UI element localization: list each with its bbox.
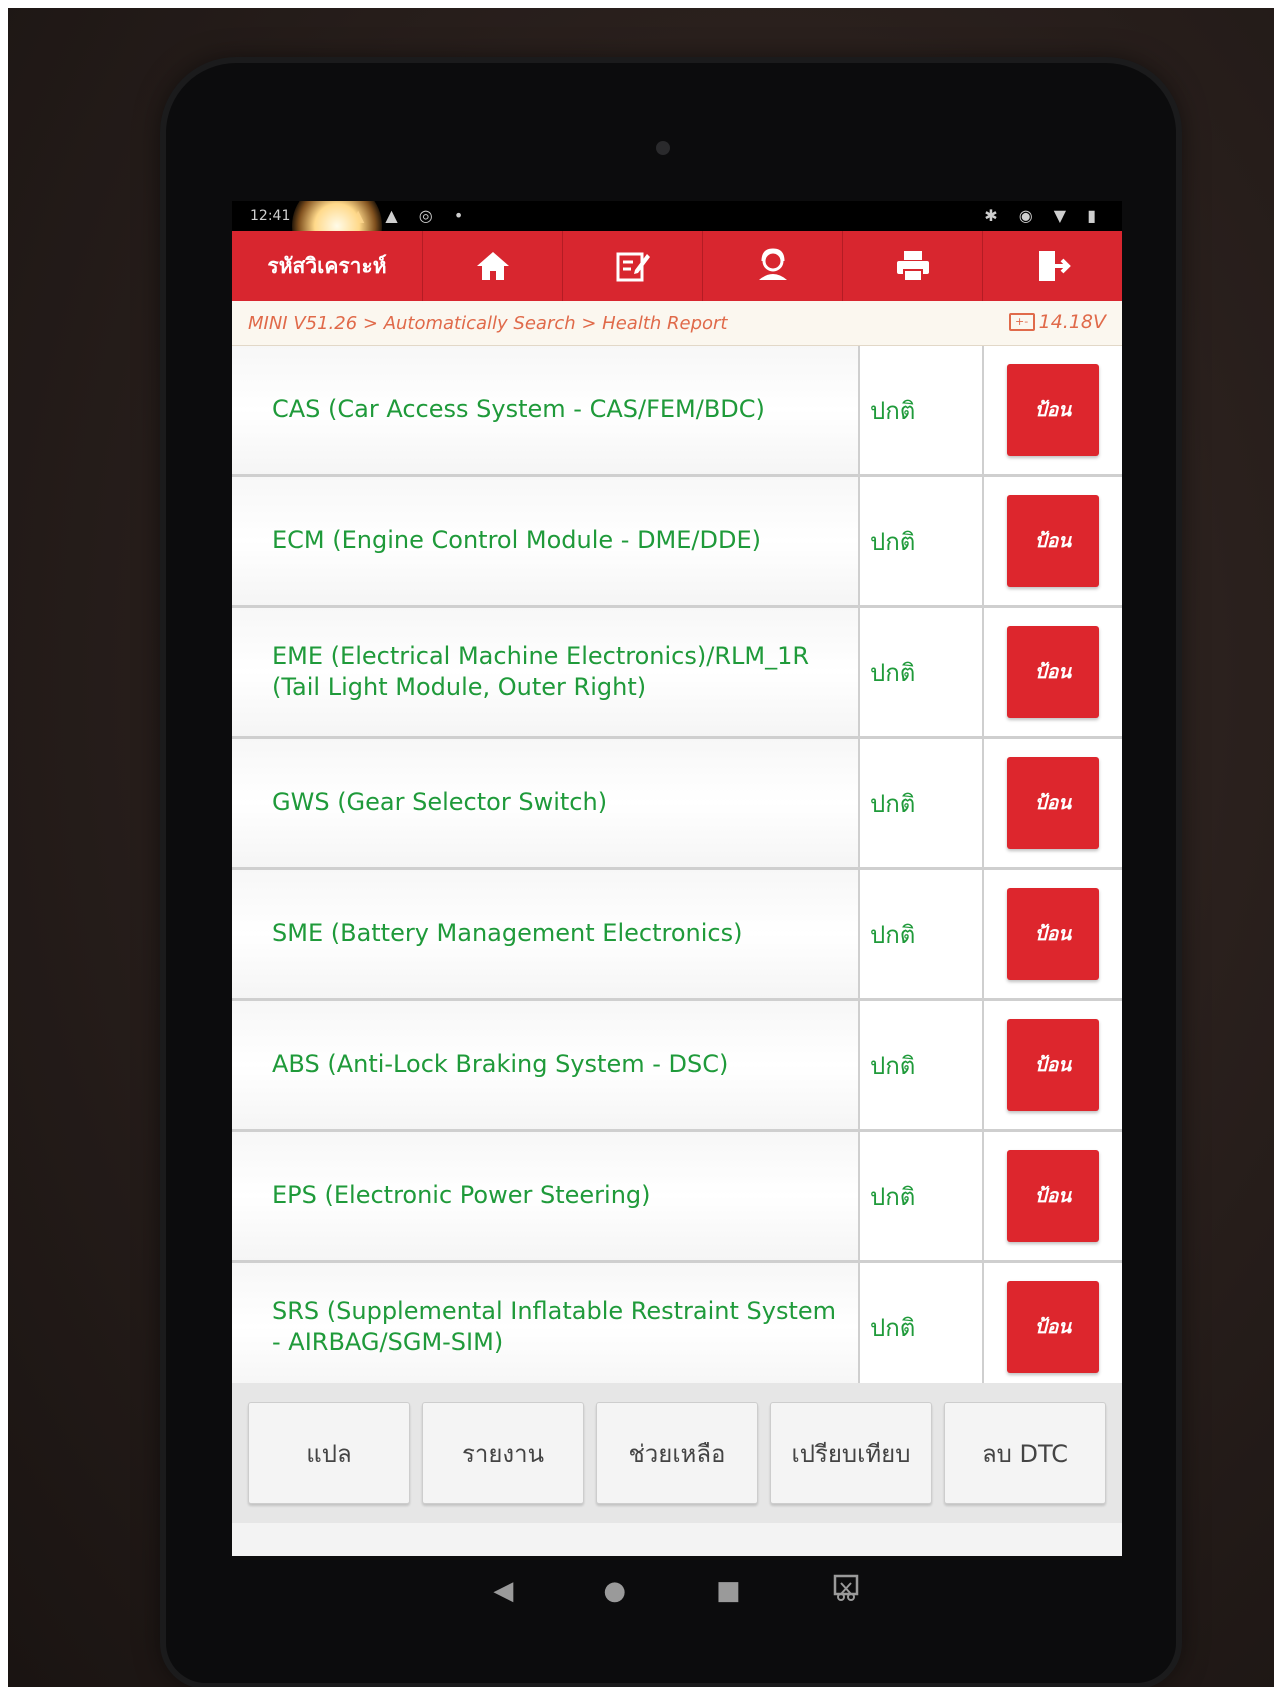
toolbar-title[interactable]: รหัสวิเคราะห์	[232, 231, 423, 301]
android-nav-bar: ◀ ● ■	[232, 1556, 1122, 1626]
bottom-action-bar: แปล รายงาน ช่วยเหลือ เปรียบเทียบ ลบ DTC	[232, 1383, 1122, 1523]
system-name: GWS (Gear Selector Switch)	[232, 739, 860, 867]
screenshot-icon[interactable]	[831, 1573, 861, 1610]
table-row: EPS (Electronic Power Steering) ปกติ ป้อ…	[232, 1132, 1122, 1263]
home-icon	[476, 252, 509, 280]
enter-button[interactable]: ป้อน	[1007, 888, 1099, 980]
screen: 12:41 ▲ ▲ ◎ • ✱ ◉ ▼ ▮ รหัสวิเคราะห์ MINI…	[232, 201, 1122, 1556]
system-status: ปกติ	[860, 1132, 984, 1260]
breadcrumb-bar: MINI V51.26 > Automatically Search > Hea…	[232, 301, 1122, 346]
top-toolbar: รหัสวิเคราะห์	[232, 231, 1122, 301]
compare-button[interactable]: เปรียบเทียบ	[770, 1402, 932, 1504]
system-status: ปกติ	[860, 608, 984, 736]
system-status: ปกติ	[860, 870, 984, 998]
recents-icon[interactable]: ■	[716, 1576, 741, 1606]
user-icon	[758, 248, 787, 280]
battery-voltage: +- 14.18V	[1008, 311, 1106, 333]
enter-button[interactable]: ป้อน	[1007, 1019, 1099, 1111]
table-row: SME (Battery Management Electronics) ปกต…	[232, 870, 1122, 1001]
system-name: EPS (Electronic Power Steering)	[232, 1132, 860, 1260]
translate-button[interactable]: แปล	[248, 1402, 410, 1504]
edit-button[interactable]	[563, 231, 703, 301]
print-button[interactable]	[843, 231, 983, 301]
help-button[interactable]: ช่วยเหลือ	[596, 1402, 758, 1504]
system-status: ปกติ	[860, 1001, 984, 1129]
photo-background: 12:41 ▲ ▲ ◎ • ✱ ◉ ▼ ▮ รหัสวิเคราะห์ MINI…	[8, 8, 1274, 1687]
voltage-value: 14.18V	[1038, 311, 1106, 333]
system-name: CAS (Car Access System - CAS/FEM/BDC)	[232, 346, 860, 474]
table-row: ABS (Anti-Lock Braking System - DSC) ปกต…	[232, 1001, 1122, 1132]
system-status: ปกติ	[860, 1263, 984, 1391]
status-time: 12:41	[250, 208, 291, 224]
battery-icon: +-	[1008, 313, 1035, 331]
edit-icon	[616, 252, 650, 282]
system-name: ECM (Engine Control Module - DME/DDE)	[232, 477, 860, 605]
enter-button[interactable]: ป้อน	[1007, 1150, 1099, 1242]
back-icon[interactable]: ◀	[493, 1576, 513, 1606]
report-button[interactable]: รายงาน	[422, 1402, 584, 1504]
system-name: ABS (Anti-Lock Braking System - DSC)	[232, 1001, 860, 1129]
system-name: SRS (Supplemental Inflatable Restraint S…	[232, 1263, 860, 1391]
table-row: GWS (Gear Selector Switch) ปกติ ป้อน	[232, 739, 1122, 870]
enter-button[interactable]: ป้อน	[1007, 757, 1099, 849]
table-row: SRS (Supplemental Inflatable Restraint S…	[232, 1263, 1122, 1394]
enter-button[interactable]: ป้อน	[1007, 495, 1099, 587]
status-bar: 12:41 ▲ ▲ ◎ • ✱ ◉ ▼ ▮	[232, 201, 1122, 271]
system-status: ปกติ	[860, 477, 984, 605]
system-name: EME (Electrical Machine Electronics)/RLM…	[232, 608, 860, 736]
clear-dtc-button[interactable]: ลบ DTC	[944, 1402, 1106, 1504]
printer-icon	[896, 251, 929, 282]
exit-button[interactable]	[983, 231, 1122, 301]
status-system-icons: ✱ ◉ ▼ ▮	[984, 206, 1104, 225]
system-status: ปกติ	[860, 739, 984, 867]
system-name: SME (Battery Management Electronics)	[232, 870, 860, 998]
breadcrumb: MINI V51.26 > Automatically Search > Hea…	[248, 313, 728, 334]
front-camera	[656, 141, 670, 155]
table-row: ECM (Engine Control Module - DME/DDE) ปก…	[232, 477, 1122, 608]
enter-button[interactable]: ป้อน	[1007, 626, 1099, 718]
enter-button[interactable]: ป้อน	[1007, 364, 1099, 456]
system-status: ปกติ	[860, 346, 984, 474]
exit-icon	[1038, 251, 1071, 281]
home-button[interactable]	[423, 231, 563, 301]
enter-button[interactable]: ป้อน	[1007, 1281, 1099, 1373]
table-row: CAS (Car Access System - CAS/FEM/BDC) ปก…	[232, 346, 1122, 477]
home-circle-icon[interactable]: ●	[603, 1576, 626, 1606]
tablet-device: 12:41 ▲ ▲ ◎ • ✱ ◉ ▼ ▮ รหัสวิเคราะห์ MINI…	[166, 63, 1176, 1683]
user-button[interactable]	[703, 231, 843, 301]
table-row: EME (Electrical Machine Electronics)/RLM…	[232, 608, 1122, 739]
health-report-table: CAS (Car Access System - CAS/FEM/BDC) ปก…	[232, 346, 1122, 1394]
